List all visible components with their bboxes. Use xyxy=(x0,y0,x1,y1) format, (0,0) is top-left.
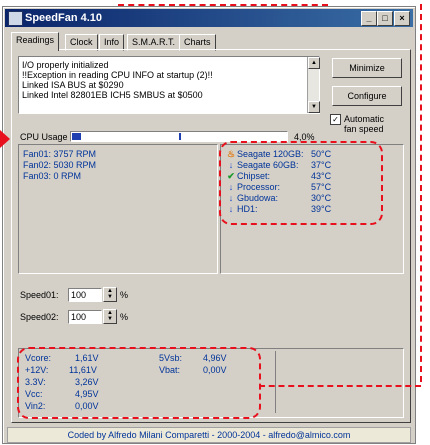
annotation-line-right-drop xyxy=(420,4,422,382)
fan-reading: Fan03: 0 RPM xyxy=(23,171,82,181)
speed02-spinner[interactable]: ▲ ▼ xyxy=(103,309,117,324)
cpu-usage-label: CPU Usage xyxy=(20,132,68,142)
title-bar[interactable]: SpeedFan 4.10 _ □ × xyxy=(5,9,413,27)
temperatures-group: ♨ Seagate 120GB: 50°C ↓ Seagate 60GB: 37… xyxy=(219,141,404,274)
voltage-annotation-line xyxy=(259,385,421,387)
log-box[interactable]: I/O properly initialized !!Exception in … xyxy=(18,56,320,114)
configure-button[interactable]: Configure xyxy=(332,86,402,106)
close-window-button[interactable]: × xyxy=(394,11,410,26)
cpu-usage-fill xyxy=(72,133,81,140)
log-scrollbar[interactable]: ▲ ▼ xyxy=(307,57,320,113)
volt-divider xyxy=(275,351,276,413)
cpu-usage-marker xyxy=(179,133,181,140)
window-title: SpeedFan 4.10 xyxy=(25,12,103,24)
log-line: Linked Intel 82801EB ICH5 SMBUS at $0500 xyxy=(22,90,203,100)
fan-reading: Fan01: 3757 RPM xyxy=(23,149,97,159)
log-line: !!Exception in reading CPU INFO at start… xyxy=(22,70,213,80)
speed01-input[interactable]: 100 xyxy=(68,288,102,302)
speed02-unit: % xyxy=(120,312,129,322)
checkbox-box[interactable]: ✓ xyxy=(330,114,341,125)
log-line: Linked ISA BUS at $0290 xyxy=(22,80,124,90)
tab-readings[interactable]: Readings xyxy=(11,32,60,51)
fan-reading: Fan02: 5030 RPM xyxy=(23,160,97,170)
speed01-label: Speed01: xyxy=(20,290,59,300)
readings-panel: I/O properly initialized !!Exception in … xyxy=(11,49,421,423)
app-icon xyxy=(8,11,23,26)
speed02-input[interactable]: 100 xyxy=(68,310,102,324)
maximize-window-button[interactable]: □ xyxy=(377,11,393,26)
speed01-unit: % xyxy=(120,290,129,300)
auto-fan-label-line2: fan speed xyxy=(344,124,384,134)
speedfan-window: SpeedFan 4.10 _ □ × Readings Clock Info … xyxy=(2,6,421,444)
speed02-label: Speed02: xyxy=(20,312,59,322)
temperature-highlight xyxy=(219,141,383,225)
voltages-group: Vcore: 1,61V +12V: 11,61V 3.3V: 3,26V Vc… xyxy=(17,347,421,419)
log-line: I/O properly initialized xyxy=(22,60,109,70)
fans-group: Fan01: 3757 RPM Fan02: 5030 RPM Fan03: 0… xyxy=(18,144,218,274)
fan-pointer-arrow xyxy=(0,130,10,148)
scroll-up-button[interactable]: ▲ xyxy=(308,57,320,69)
voltage-highlight xyxy=(17,347,261,419)
speed01-spinner[interactable]: ▲ ▼ xyxy=(103,287,117,302)
minimize-button[interactable]: Minimize xyxy=(332,58,402,78)
footer-credits: Coded by Alfredo Milani Comparetti - 200… xyxy=(7,427,411,443)
minimize-window-button[interactable]: _ xyxy=(361,11,377,26)
auto-fan-label-line1: Automatic xyxy=(344,114,385,124)
scroll-down-button[interactable]: ▼ xyxy=(308,101,320,113)
auto-fan-speed-checkbox[interactable]: ✓ Automatic fan speed xyxy=(330,114,410,136)
